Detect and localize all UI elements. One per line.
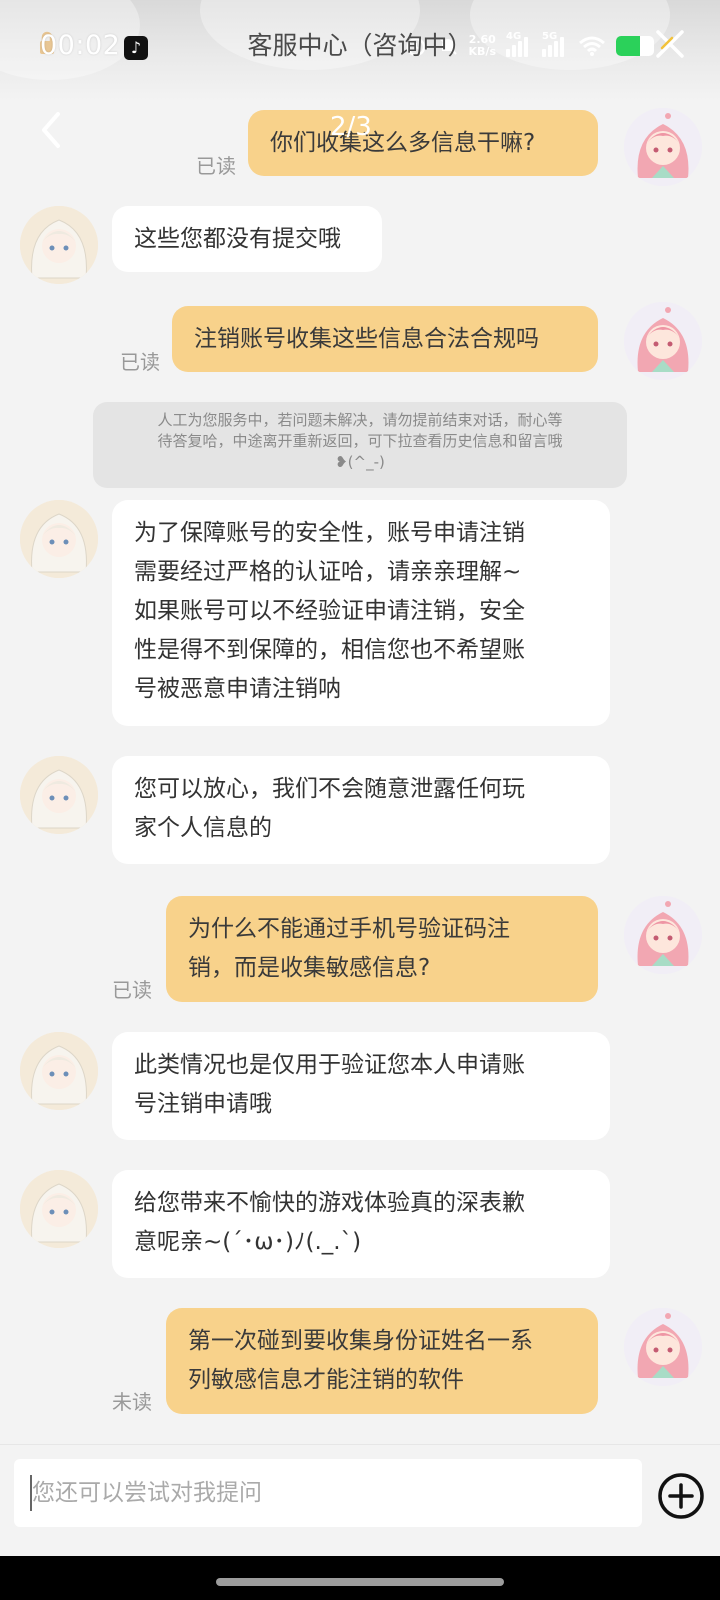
message-bubble[interactable]: 这些您都没有提交哦 [112,206,382,272]
chat-input[interactable] [14,1459,642,1527]
agent-avatar [20,206,98,284]
user-avatar [624,302,702,380]
message-bubble[interactable]: 第一次碰到要收集身份证姓名一系 列敏感信息才能注销的软件 [166,1308,598,1414]
agent-avatar [20,500,98,578]
page-indicator: 2/3 [330,112,372,142]
message-bubble[interactable]: 为什么不能通过手机号验证码注 销，而是收集敏感信息? [166,896,598,1002]
text-caret [30,1475,32,1511]
chat-list[interactable]: 你们收集这么多信息干嘛? 已读 这些您都没有提交哦 注销账号收集这些信息合法合规… [0,0,720,1440]
message-bubble[interactable]: 给您带来不愉快的游戏体验真的深表歉 意呢亲~(´･ω･)ﾉ(._.`) [112,1170,610,1278]
read-status: 已读 [112,978,152,1002]
plus-circle-icon[interactable] [656,1471,706,1521]
agent-avatar [20,756,98,834]
home-indicator[interactable] [216,1578,504,1586]
message-bubble[interactable]: 此类情况也是仅用于验证您本人申请账 号注销申请哦 [112,1032,610,1140]
message-bubble[interactable]: 你们收集这么多信息干嘛? [248,110,598,176]
message-bubble[interactable]: 为了保障账号的安全性，账号申请注销 需要经过严格的认证哈，请亲亲理解~ 如果账号… [112,500,610,726]
message-bubble[interactable]: 注销账号收集这些信息合法合规吗 [172,306,598,372]
read-status: 未读 [112,1390,152,1414]
user-avatar [624,896,702,974]
system-notice: 人工为您服务中，若问题未解决，请勿提前结束对话，耐心等 待答复哈，中途离开重新返… [93,402,627,488]
read-status: 已读 [196,154,236,178]
user-avatar [624,108,702,186]
message-bubble[interactable]: 您可以放心，我们不会随意泄露任何玩 家个人信息的 [112,756,610,864]
input-bar [0,1444,720,1554]
user-avatar [624,1308,702,1386]
agent-avatar [20,1170,98,1248]
read-status: 已读 [120,350,160,374]
agent-avatar [20,1032,98,1110]
